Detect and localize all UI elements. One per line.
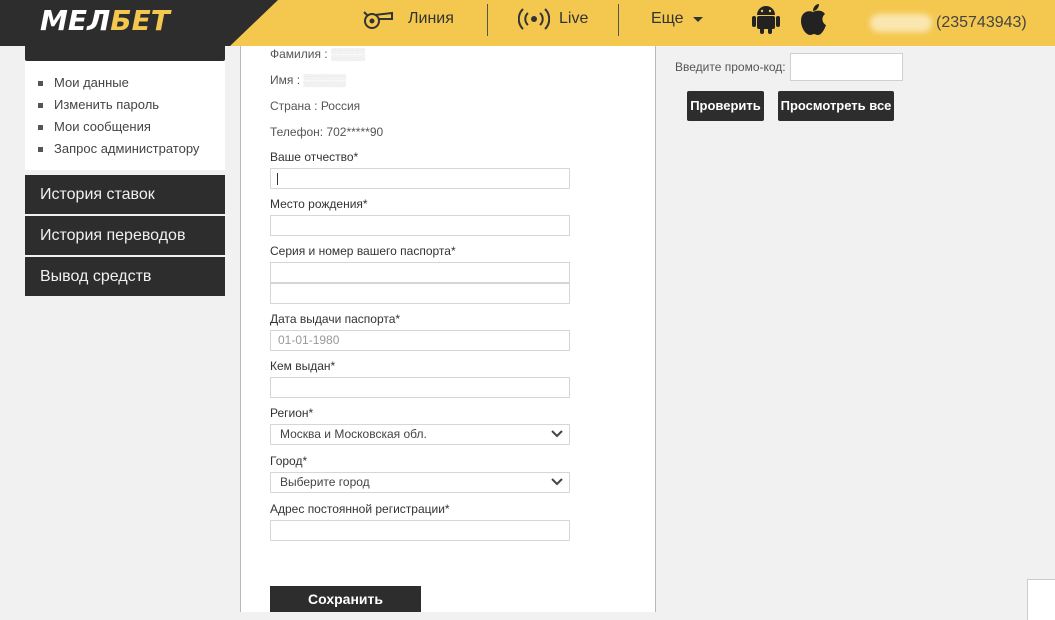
ios-app-link[interactable] [798,0,828,38]
logo-text-yellow: БЕТ [110,4,170,37]
region-select-value: Москва и Московская обл. [280,427,427,441]
nav-divider [618,4,619,36]
city-label: Город* [270,454,308,468]
user-account[interactable]: (235743943) [870,0,1027,46]
user-name-blurred [870,14,932,32]
user-id: (235743943) [936,14,1027,31]
promo-code-label: Введите промо-код: [675,60,786,74]
android-icon [752,6,780,34]
surname-value-blurred: ▒▒▒▒ [330,47,365,61]
surname-label: Фамилия : [270,47,328,61]
transfer-history-button[interactable]: История переводов [25,216,225,255]
region-select[interactable]: Москва и Московская обл. [270,424,570,445]
logo-text-white: МЕЛ [40,4,111,37]
nav-more-label: Еще [651,10,684,27]
region-label: Регион* [270,406,314,420]
name-value-blurred: ▒▒▒▒▒ [303,73,346,87]
surname-info: Фамилия : ▒▒▒▒ [270,47,365,61]
address-label: Адрес постоянной регистрации* [270,502,450,516]
phone-info: Телефон: 702*****90 [270,125,384,139]
birthplace-label: Место рождения* [270,197,368,211]
city-select[interactable]: Выберите город [270,472,570,493]
passport-number-input[interactable] [270,283,570,304]
issue-date-label: Дата выдачи паспорта* [270,312,401,326]
withdraw-button[interactable]: Вывод средств [25,257,225,296]
patronymic-label: Ваше отчество* [270,150,359,164]
nav-live-label: Live [559,10,589,27]
promo-code-input[interactable] [790,53,903,81]
address-input[interactable] [270,520,570,541]
name-info: Имя : ▒▒▒▒▒ [270,73,346,87]
text-cursor [277,172,278,185]
apple-icon [801,4,826,36]
issue-date-input[interactable]: 01-01-1980 [270,330,570,351]
country-info: Страна : Россия [270,99,361,113]
nav-line[interactable]: Линия [360,0,454,38]
link-my-data[interactable]: Мои данные [38,72,199,94]
chevron-down-icon [551,478,563,486]
issued-by-label: Кем выдан* [270,359,336,373]
nav-line-label: Линия [408,10,454,27]
save-button[interactable]: Сохранить [270,586,421,612]
city-select-value: Выберите город [280,475,370,489]
passport-series-input[interactable] [270,262,570,283]
patronymic-input[interactable] [270,168,570,189]
check-promo-button[interactable]: Проверить [687,91,764,121]
chat-widget-corner[interactable] [1027,579,1055,620]
nav-more[interactable]: Еще [651,0,706,38]
bet-history-button[interactable]: История ставок [25,175,225,214]
link-admin-request[interactable]: Запрос администратору [38,138,199,160]
caret-down-icon [692,17,703,22]
chevron-down-icon [551,430,563,438]
link-my-messages[interactable]: Мои сообщения [38,116,199,138]
profile-links: Мои данные Изменить пароль Мои сообщения… [38,72,199,160]
name-label: Имя : [270,73,301,87]
view-all-promos-button[interactable]: Просмотреть все [778,91,894,121]
birthplace-input[interactable] [270,215,570,236]
link-change-password[interactable]: Изменить пароль [38,94,199,116]
logo[interactable]: МЕЛБЕТ [40,4,170,37]
profile-menu-header[interactable] [25,36,225,61]
nav-live[interactable]: Live [518,0,588,38]
live-broadcast-icon [518,8,550,30]
passport-label: Серия и номер вашего паспорта* [270,244,456,258]
issued-by-input[interactable] [270,377,570,398]
whistle-icon [363,11,393,29]
android-app-link[interactable] [752,0,780,38]
nav-divider [487,4,488,36]
